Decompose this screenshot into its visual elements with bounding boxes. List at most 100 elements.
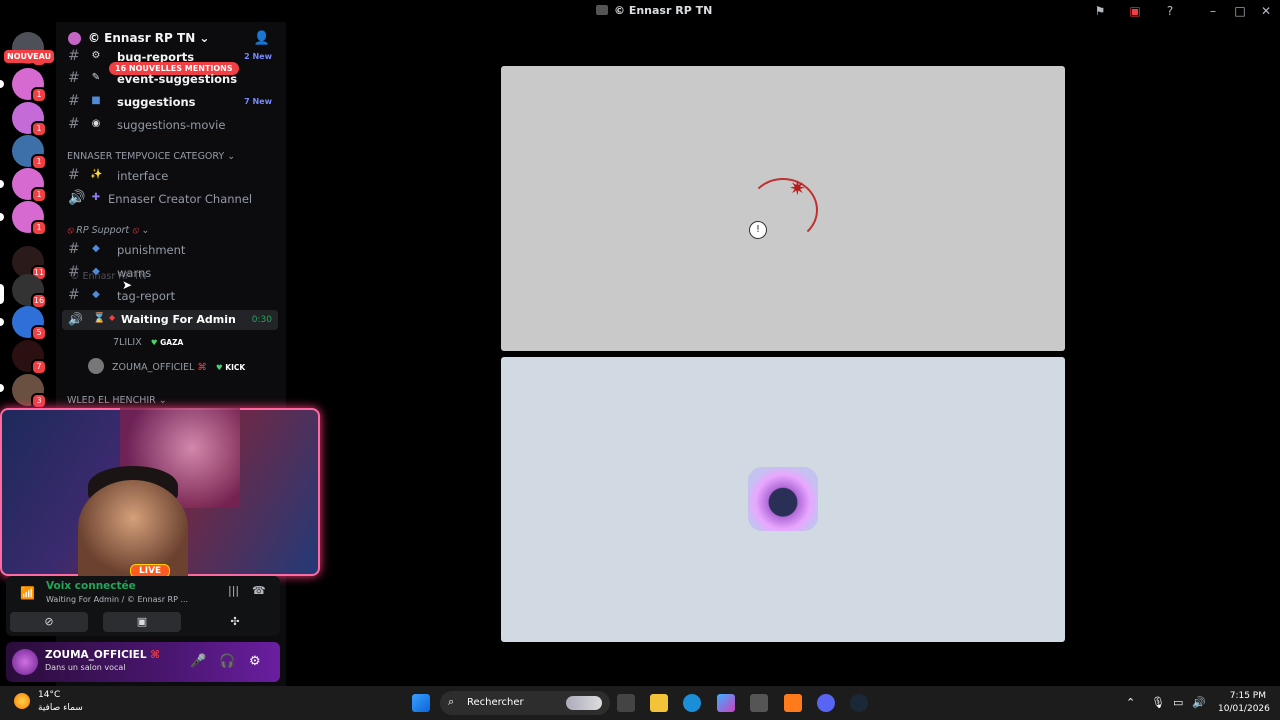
search-input[interactable]: ⌕ Rechercher [440, 691, 610, 715]
network-icon[interactable]: ▭ [1173, 696, 1183, 709]
unread-pill [0, 180, 4, 188]
screen-share-button[interactable]: ▣ [103, 612, 181, 632]
inbox-icon[interactable]: ▣ [1127, 3, 1143, 19]
server-avatar[interactable]: 5 [12, 306, 47, 341]
weather-icon[interactable] [14, 693, 30, 709]
app-icon[interactable] [784, 694, 802, 712]
channel-suggestions[interactable]: # ■ suggestions 7 New [62, 91, 278, 113]
unread-pill [0, 384, 4, 392]
badge-icon: ⌘ [150, 649, 160, 661]
avatar[interactable] [12, 649, 38, 675]
voice-location[interactable]: Waiting For Admin / © Ennasr RP ... [46, 595, 188, 604]
voice-status[interactable]: Voix connectée [46, 580, 136, 592]
anger-icon: ✷ [789, 176, 806, 200]
flag-icon[interactable]: ⚑ [1092, 3, 1108, 19]
maximize-icon[interactable]: □ [1232, 3, 1248, 19]
camera-icon: ◉ [91, 118, 101, 129]
unread-pill [0, 213, 4, 221]
server-avatar[interactable]: 1 [12, 201, 47, 236]
server-avatar[interactable]: 1 [12, 168, 47, 203]
warning-icon: ! [749, 221, 767, 239]
no-entry-icon: ⦸ [67, 225, 74, 236]
unread-pill [0, 318, 4, 326]
stream-tile[interactable] [501, 357, 1065, 642]
selected-pill [0, 284, 4, 304]
camera-off-button[interactable]: ⊘ [10, 612, 88, 632]
close-icon[interactable]: ✕ [1258, 3, 1274, 19]
discord-icon[interactable] [817, 694, 835, 712]
windows-start-icon[interactable] [412, 694, 430, 712]
microphone-icon[interactable]: 🎙 [1151, 696, 1165, 709]
heart-icon: ♥ [215, 363, 223, 372]
category-wled[interactable]: WLED EL HENCHIR ⌄ [67, 395, 167, 406]
channel-event-suggestions[interactable]: # ✎ event-suggestions [62, 68, 278, 90]
invite-icon[interactable]: 👤 [254, 31, 270, 46]
steam-icon[interactable] [850, 694, 868, 712]
microphone-icon[interactable]: 🎤 [190, 654, 206, 669]
task-view-icon[interactable] [617, 694, 635, 712]
server-avatar[interactable]: 1 [12, 102, 47, 137]
chevron-up-icon[interactable]: ⌃ [1126, 696, 1135, 709]
speaker-icon: 🔊 [68, 312, 83, 326]
badge-icon: ⌘ [197, 362, 207, 373]
obs-icon[interactable] [750, 694, 768, 712]
search-icon: ⌕ [448, 695, 455, 708]
copilot-icon[interactable] [717, 694, 735, 712]
edge-icon[interactable] [683, 694, 701, 712]
user-status: Dans un salon vocal [45, 663, 126, 672]
red-dot-icon: ◆ [109, 313, 116, 322]
server-avatar[interactable]: 3 [12, 374, 47, 409]
headphones-icon[interactable]: 🎧 [219, 654, 235, 669]
shield-icon: ◆ [92, 289, 100, 300]
server-avatar[interactable]: 16 [12, 274, 47, 309]
noise-icon[interactable]: ||| [228, 584, 239, 597]
channel-punishment[interactable]: # ◆ punishment [62, 239, 278, 261]
hash-icon: # [68, 287, 80, 303]
voice-user-zouma[interactable]: ZOUMA_OFFICIEL ⌘ ♥ KICK [88, 358, 245, 374]
avatar-sticker [748, 467, 818, 531]
suggestion-icon: ■ [91, 95, 101, 106]
hash-icon: # [68, 167, 80, 183]
server-avatar[interactable]: 1 [12, 135, 47, 170]
speaker-icon: 🔊 [68, 190, 86, 206]
file-explorer-icon[interactable] [650, 694, 668, 712]
voice-connection-panel: 📶 Voix connectée Waiting For Admin / © E… [6, 576, 280, 636]
search-art [566, 696, 602, 710]
username[interactable]: ZOUMA_OFFICIEL ⌘ [45, 649, 160, 661]
channel-suggestions-movie[interactable]: # ◉ suggestions-movie [62, 114, 278, 136]
server-avatar[interactable]: 7 [12, 340, 47, 375]
category-tempvoice[interactable]: ENNASER TEMPVOICE CATEGORY ⌄ [67, 151, 235, 162]
disconnect-icon[interactable]: ☎ [252, 584, 266, 597]
window-title: © Ennasr RP TN [596, 4, 712, 17]
plus-icon: ✚ [91, 192, 101, 203]
hash-icon: # [68, 116, 80, 132]
server-avatar[interactable]: 1 [12, 68, 47, 103]
clock[interactable]: 7:15 PM 10/01/2026 [1218, 690, 1270, 716]
weather-temp[interactable]: 14°C [38, 690, 60, 700]
channel-creator[interactable]: 🔊 ✚ Ennaser Creator Channel [62, 188, 278, 210]
weather-desc[interactable]: سماء صافية [38, 703, 83, 713]
voice-user-7lilix[interactable]: 7LILIX ♥ GAZA [113, 337, 183, 348]
channel-interface[interactable]: # ✨ interface [62, 165, 278, 187]
shield-icon: ◆ [92, 243, 100, 254]
live-badge: LIVE [130, 564, 171, 576]
unread-pill [0, 80, 4, 88]
bug-icon: ⚙ [91, 50, 101, 61]
stream-tile[interactable]: ✷ ! [501, 66, 1065, 351]
volume-icon[interactable]: 🔊 [1192, 696, 1206, 709]
minimize-icon[interactable]: – [1205, 3, 1221, 19]
heart-icon: ♥ [150, 338, 158, 347]
category-rp-support[interactable]: ⦸ RP Support ⦸ ⌄ [67, 225, 149, 236]
channel-tag-report[interactable]: # ◆ tag-report [62, 285, 278, 307]
settings-icon[interactable]: ⚙ [249, 654, 261, 669]
hash-icon: # [68, 70, 80, 86]
hourglass-icon: ⌛ [93, 313, 106, 324]
server-icon [596, 5, 608, 15]
avatar [88, 358, 104, 374]
signal-icon[interactable]: 📶 [20, 586, 35, 600]
voice-channel-waiting[interactable]: 🔊 ⌛ ◆ Waiting For Admin 0:30 [62, 310, 278, 330]
hash-icon: # [68, 93, 80, 109]
activities-button[interactable]: ✣ [196, 612, 274, 632]
help-icon[interactable]: ? [1162, 3, 1178, 19]
nouveau-badge[interactable]: NOUVEAU [4, 50, 55, 63]
